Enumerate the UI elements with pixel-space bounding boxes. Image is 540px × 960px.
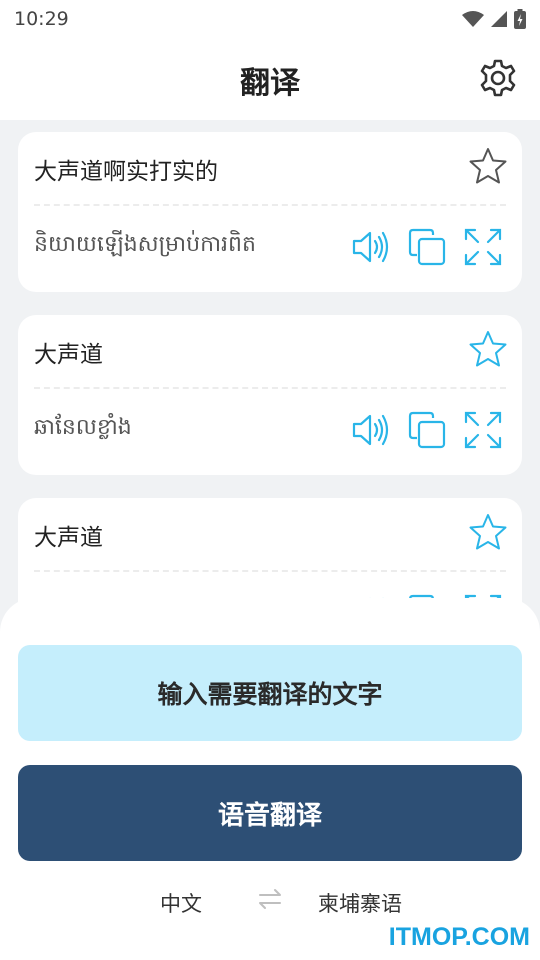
star-icon bbox=[469, 148, 507, 184]
favorite-button[interactable] bbox=[468, 512, 508, 552]
bottom-panel: 输入需要翻译的文字 语音翻译 中文 柬埔寨语 ITMOP.COM bbox=[0, 598, 540, 960]
favorite-button[interactable] bbox=[468, 146, 508, 186]
target-language[interactable]: 柬埔寨语 bbox=[318, 888, 402, 918]
card-actions bbox=[352, 411, 502, 449]
copy-button[interactable] bbox=[408, 228, 446, 266]
watermark-logo: ITMOP.COM bbox=[388, 923, 530, 951]
speaker-icon bbox=[352, 414, 389, 446]
favorite-button[interactable] bbox=[468, 329, 508, 369]
expand-icon bbox=[464, 411, 502, 449]
expand-button[interactable] bbox=[464, 411, 502, 449]
status-time: 10:29 bbox=[14, 8, 69, 30]
speak-button[interactable] bbox=[352, 411, 390, 449]
text-input-button[interactable]: 输入需要翻译的文字 bbox=[18, 645, 522, 741]
card-actions bbox=[352, 228, 502, 266]
speak-button[interactable] bbox=[352, 228, 390, 266]
voice-translate-button[interactable]: 语音翻译 bbox=[18, 765, 522, 861]
swap-icon bbox=[259, 889, 281, 909]
source-language[interactable]: 中文 bbox=[160, 888, 202, 918]
signal-icon bbox=[491, 11, 507, 27]
battery-icon bbox=[514, 9, 526, 29]
card-source-text: 大声道啊实打实的 bbox=[34, 159, 218, 185]
copy-icon bbox=[408, 228, 446, 266]
card-translation-text: និយាយឡើងសម្រាប់ការពិត bbox=[34, 232, 256, 257]
translation-card[interactable]: 大声道 ឆានែលខ្លាំង bbox=[18, 315, 522, 475]
card-translation-text: ឆានែលខ្លាំង bbox=[34, 415, 132, 440]
gear-icon bbox=[480, 59, 516, 97]
card-source-text: 大声道 bbox=[34, 342, 103, 368]
star-icon bbox=[469, 331, 507, 367]
translation-card[interactable]: 大声道啊实打实的 និយាយឡើងសម្រាប់ការពិត bbox=[18, 132, 522, 292]
speaker-icon bbox=[352, 231, 389, 263]
card-source-text: 大声道 bbox=[34, 525, 103, 551]
language-selector: 中文 柬埔寨语 bbox=[0, 884, 540, 918]
card-divider bbox=[34, 570, 506, 572]
card-divider bbox=[34, 387, 506, 389]
settings-button[interactable] bbox=[478, 58, 518, 98]
card-divider bbox=[34, 204, 506, 206]
copy-button[interactable] bbox=[408, 411, 446, 449]
swap-language-button[interactable] bbox=[257, 886, 283, 912]
header: 翻译 bbox=[0, 38, 540, 120]
wifi-icon bbox=[462, 11, 484, 27]
star-icon bbox=[469, 514, 507, 550]
status-bar: 10:29 bbox=[0, 0, 540, 38]
copy-icon bbox=[408, 411, 446, 449]
expand-button[interactable] bbox=[464, 228, 502, 266]
page-title: 翻译 bbox=[240, 66, 300, 101]
expand-icon bbox=[464, 228, 502, 266]
status-icons bbox=[462, 9, 526, 29]
